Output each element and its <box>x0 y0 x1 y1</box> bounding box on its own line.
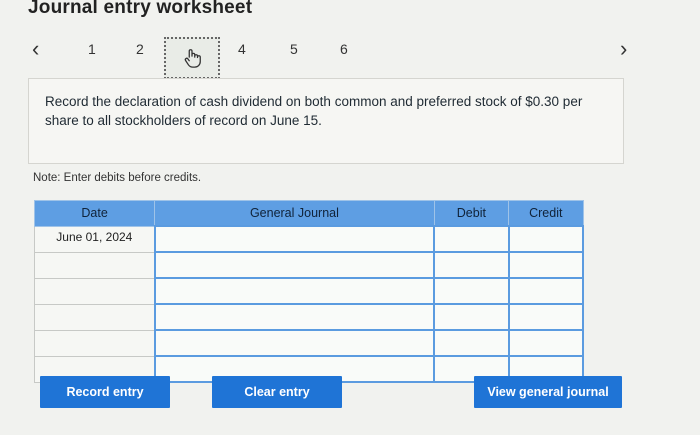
date-cell: June 01, 2024 <box>33 225 156 253</box>
table-row <box>33 329 585 357</box>
account-input[interactable] <box>153 251 436 279</box>
instruction-text: Record the declaration of cash dividend … <box>45 94 583 128</box>
credit-input[interactable] <box>507 277 585 305</box>
account-input[interactable] <box>153 277 436 305</box>
account-input[interactable] <box>153 225 436 253</box>
page-title: Journal entry worksheet <box>28 0 253 18</box>
account-input[interactable] <box>153 329 436 357</box>
date-header: Date <box>33 200 156 227</box>
page-navigation: ‹ 1 2 4 5 6 › <box>0 36 700 79</box>
credit-input[interactable] <box>507 225 585 253</box>
note-text: Note: Enter debits before credits. <box>33 172 202 184</box>
debit-input[interactable] <box>433 225 510 253</box>
table-row <box>33 251 585 279</box>
date-cell <box>33 303 156 331</box>
table-row <box>33 277 585 305</box>
page-2[interactable]: 2 <box>136 41 144 57</box>
journal-header-row: Date General Journal Debit Credit <box>33 200 584 227</box>
page-1[interactable]: 1 <box>88 41 96 57</box>
record-entry-button[interactable]: Record entry <box>40 376 170 408</box>
view-general-journal-button[interactable]: View general journal <box>474 376 622 408</box>
credit-input[interactable] <box>507 303 585 331</box>
date-cell <box>33 329 156 357</box>
account-input[interactable] <box>153 303 436 331</box>
table-row <box>33 303 585 331</box>
page-5[interactable]: 5 <box>290 41 298 57</box>
general-journal-header: General Journal <box>154 200 435 227</box>
debit-header: Debit <box>433 200 510 227</box>
page-4[interactable]: 4 <box>238 41 246 57</box>
date-cell <box>33 251 156 279</box>
debit-input[interactable] <box>433 303 510 331</box>
debit-input[interactable] <box>433 329 510 357</box>
page-6[interactable]: 6 <box>340 41 348 57</box>
date-cell <box>33 277 156 305</box>
credit-header: Credit <box>508 200 584 227</box>
instruction-box: Record the declaration of cash dividend … <box>28 78 624 164</box>
page-3[interactable] <box>164 37 220 79</box>
journal-table: Date General Journal Debit Credit June 0… <box>33 200 585 383</box>
debit-input[interactable] <box>433 251 510 279</box>
credit-input[interactable] <box>507 329 585 357</box>
clear-entry-button[interactable]: Clear entry <box>212 376 342 408</box>
debit-input[interactable] <box>433 277 510 305</box>
chevron-right-icon[interactable]: › <box>620 36 627 62</box>
chevron-left-icon[interactable]: ‹ <box>32 36 39 62</box>
hand-pointer-icon <box>184 49 201 68</box>
table-row: June 01, 2024 <box>33 225 585 253</box>
credit-input[interactable] <box>507 251 585 279</box>
